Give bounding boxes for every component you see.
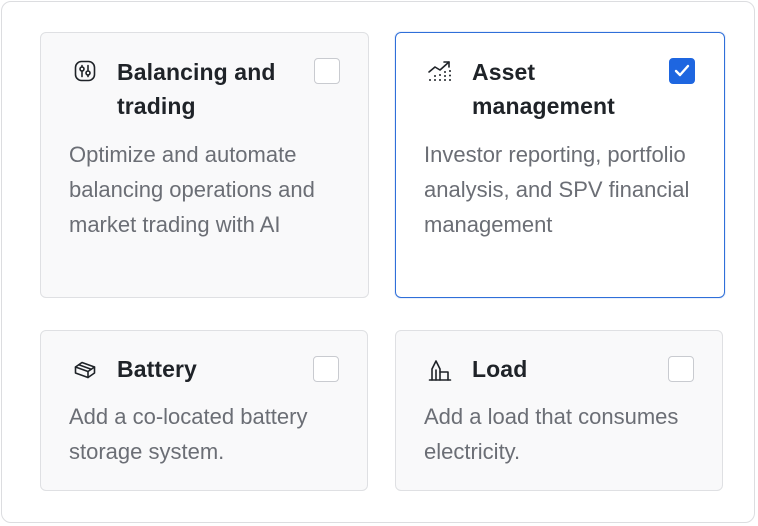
option-checkbox[interactable] [668,356,694,382]
factory-icon [427,357,453,383]
options-panel: Balancing and trading Optimize and autom… [1,1,755,523]
option-checkbox[interactable] [313,356,339,382]
option-card-description: Add a load that consumes electricity. [424,404,679,464]
option-card-description: Investor reporting, portfolio analysis, … [424,142,690,237]
growth-chart-icon [427,58,453,84]
battery-box-icon [72,357,98,383]
option-card-description: Add a co-located battery storage system. [69,404,308,464]
checkmark-icon [674,64,690,77]
option-card-title: Load [472,356,528,382]
option-card-description: Optimize and automate balancing operatio… [69,142,315,237]
option-card-title: Asset management [472,59,615,119]
option-checkbox[interactable] [669,58,695,84]
balance-icon [72,58,98,84]
option-card-title: Battery [117,356,197,382]
option-checkbox[interactable] [314,58,340,84]
option-card-battery[interactable]: Battery Add a co-located battery storage… [40,330,368,491]
option-card-load[interactable]: Load Add a load that consumes electricit… [395,330,723,491]
option-card-asset-management[interactable]: Asset management Investor reporting, por… [395,32,725,298]
option-card-balancing-and-trading[interactable]: Balancing and trading Optimize and autom… [40,32,369,298]
option-card-title: Balancing and trading [117,59,276,119]
